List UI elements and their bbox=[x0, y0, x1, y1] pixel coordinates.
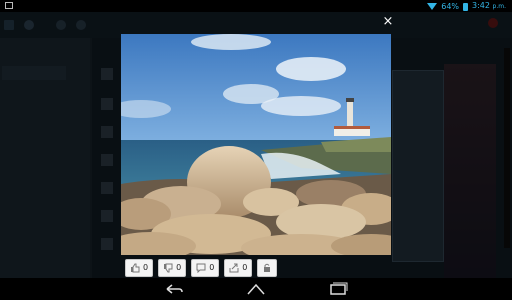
share-button[interactable]: 0 bbox=[224, 259, 253, 277]
landscape-photo-lighthouse bbox=[121, 34, 391, 255]
back-icon[interactable] bbox=[163, 282, 185, 296]
wifi-icon bbox=[427, 3, 438, 10]
gallery-notification-icon bbox=[5, 2, 13, 9]
like-button[interactable]: 0 bbox=[125, 259, 154, 277]
close-icon[interactable]: × bbox=[382, 15, 394, 29]
comment-count: 0 bbox=[209, 263, 215, 272]
dislike-button[interactable]: 0 bbox=[158, 259, 187, 277]
like-count: 0 bbox=[143, 263, 149, 272]
lock-button[interactable] bbox=[257, 259, 278, 277]
comment-button[interactable]: 0 bbox=[191, 259, 220, 277]
navigation-bar bbox=[0, 278, 512, 300]
share-icon bbox=[229, 263, 239, 273]
lightbox-photo bbox=[121, 34, 391, 255]
lock-icon bbox=[264, 263, 271, 272]
comment-icon bbox=[196, 263, 206, 273]
clock-time: 3:42 bbox=[472, 1, 490, 10]
thumbs-up-icon bbox=[131, 263, 140, 273]
photo-action-bar: 0 0 0 0 bbox=[125, 259, 278, 277]
status-bar: 64% 3:42 p.m. bbox=[0, 0, 512, 12]
share-count: 0 bbox=[242, 263, 248, 272]
dislike-count: 0 bbox=[176, 263, 182, 272]
clock-suffix: p.m. bbox=[492, 3, 506, 10]
home-icon[interactable] bbox=[245, 282, 267, 296]
thumbs-down-icon bbox=[164, 263, 173, 273]
recents-icon[interactable] bbox=[327, 282, 349, 296]
battery-percent: 64% bbox=[441, 1, 460, 11]
battery-icon bbox=[463, 2, 469, 11]
